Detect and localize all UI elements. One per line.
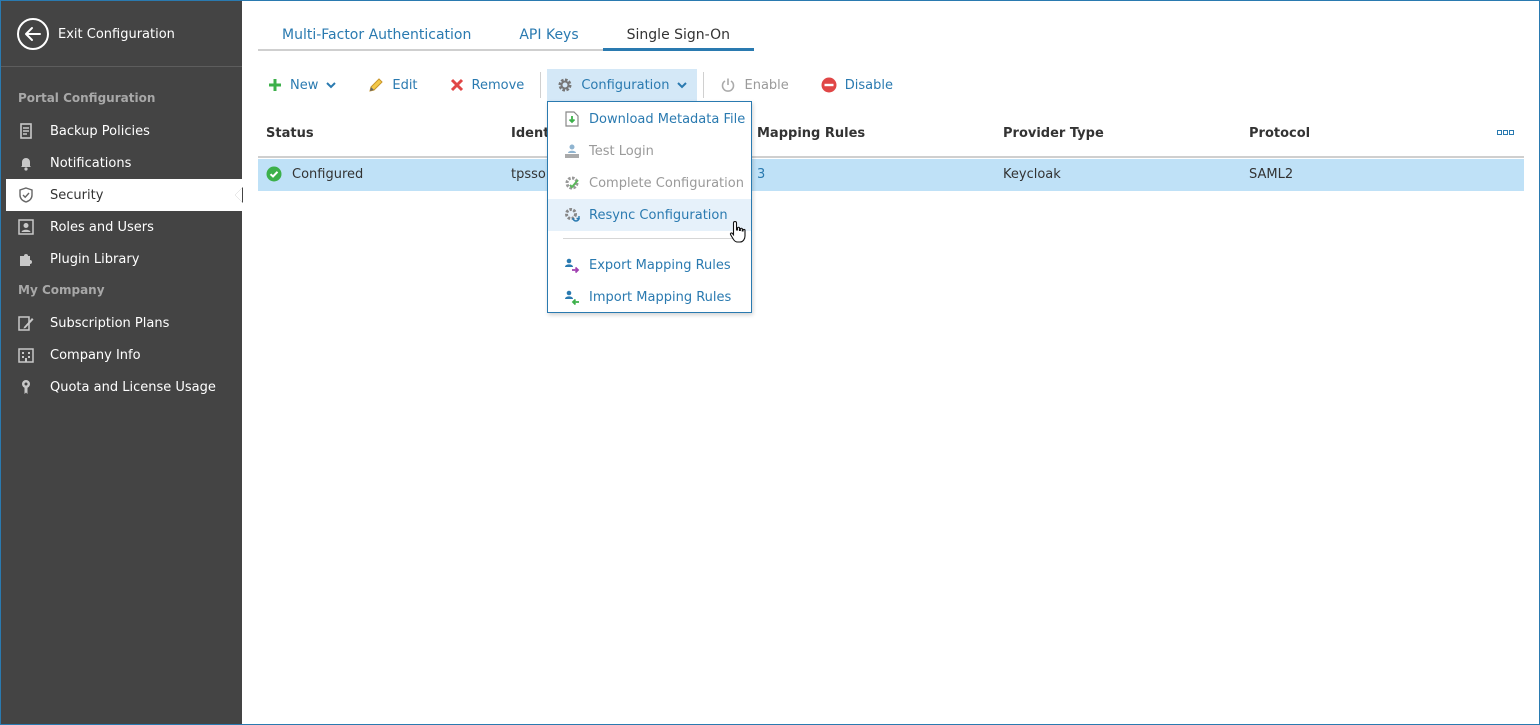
toolbar: New Edit Remove Configuration Enable Dis… — [258, 69, 903, 101]
status-text: Configured — [292, 166, 364, 182]
sidebar-item-company-info[interactable]: Company Info — [1, 339, 242, 371]
puzzle-icon — [18, 251, 34, 267]
user-card-icon — [18, 219, 34, 235]
column-header-status[interactable]: Status — [266, 126, 314, 141]
toolbar-separator — [540, 72, 542, 98]
sidebar-item-security[interactable]: Security — [6, 179, 243, 211]
exit-configuration-button[interactable]: Exit Configuration — [17, 18, 175, 50]
pencil-icon — [368, 77, 384, 93]
power-icon — [720, 77, 736, 93]
column-header-mapping-rules[interactable]: Mapping Rules — [757, 126, 865, 141]
enable-button[interactable]: Enable — [710, 69, 798, 101]
protocol-cell: SAML2 — [1249, 167, 1294, 182]
configuration-menu: Download Metadata File Test Login Comple… — [547, 101, 752, 313]
download-file-icon — [563, 110, 581, 128]
export-users-icon — [563, 256, 581, 274]
menu-item-label: Download Metadata File — [589, 111, 746, 127]
remove-button[interactable]: Remove — [440, 69, 535, 101]
gear-icon — [557, 77, 573, 93]
sidebar-item-plugin-library[interactable]: Plugin Library — [1, 243, 242, 275]
gear-check-icon — [563, 174, 581, 192]
gear-sync-icon — [563, 206, 581, 224]
back-arrow-icon — [17, 18, 49, 50]
sidebar-item-label: Subscription Plans — [50, 315, 170, 331]
app-frame: Exit Configuration Portal Configuration … — [0, 0, 1540, 725]
chevron-down-icon — [677, 81, 688, 89]
key-icon — [18, 379, 34, 395]
shield-icon — [18, 187, 34, 203]
sidebar-item-label: Company Info — [50, 347, 141, 363]
sidebar-item-label: Plugin Library — [50, 251, 140, 267]
sidebar-item-label: Notifications — [50, 155, 132, 171]
no-entry-icon — [821, 77, 837, 93]
mapping-rules-link[interactable]: 3 — [757, 167, 765, 182]
sidebar-item-label: Security — [50, 187, 104, 203]
sidebar-item-notifications[interactable]: Notifications — [1, 147, 242, 179]
new-button[interactable]: New — [258, 69, 346, 101]
sidebar-item-backup-policies[interactable]: Backup Policies — [1, 115, 242, 147]
menu-item-label: Test Login — [589, 143, 654, 159]
pencil-doc-icon — [18, 315, 34, 331]
sidebar-item-subscription-plans[interactable]: Subscription Plans — [1, 307, 242, 339]
sidebar-item-label: Quota and License Usage — [50, 379, 216, 395]
column-header-identity[interactable]: Ident — [511, 126, 549, 141]
backup-policies-icon — [18, 123, 34, 139]
exit-configuration-label: Exit Configuration — [58, 26, 175, 42]
remove-button-label: Remove — [471, 77, 525, 93]
table-row[interactable]: Configured tpsso 3 Keycloak SAML2 — [258, 159, 1524, 191]
chevron-down-icon — [326, 81, 337, 89]
sidebar-item-roles-and-users[interactable]: Roles and Users — [1, 211, 242, 243]
menu-item-complete-configuration[interactable]: Complete Configuration — [548, 167, 751, 199]
tab-api-keys[interactable]: API Keys — [495, 23, 603, 51]
tab-single-sign-on[interactable]: Single Sign-On — [602, 23, 754, 51]
sidebar-divider — [1, 66, 242, 67]
menu-item-label: Import Mapping Rules — [589, 289, 732, 305]
toolbar-separator — [703, 72, 705, 98]
menu-item-label: Resync Configuration — [589, 207, 728, 223]
menu-item-label: Export Mapping Rules — [589, 257, 731, 273]
disable-button[interactable]: Disable — [811, 69, 903, 101]
close-icon — [450, 78, 464, 92]
plus-icon — [268, 78, 282, 92]
column-header-protocol[interactable]: Protocol — [1249, 126, 1310, 141]
column-header-provider-type[interactable]: Provider Type — [1003, 126, 1104, 141]
menu-separator — [563, 238, 738, 239]
building-icon — [18, 347, 34, 363]
configuration-button[interactable]: Configuration — [547, 69, 698, 101]
bell-icon — [18, 155, 34, 171]
edit-button-label: Edit — [392, 77, 418, 93]
sidebar-item-quota-and-license-usage[interactable]: Quota and License Usage — [1, 371, 242, 403]
import-users-icon — [563, 288, 581, 306]
sidebar: Exit Configuration Portal Configuration … — [1, 1, 243, 724]
column-chooser-icon[interactable] — [1497, 130, 1514, 135]
grid-header: Status Ident Mapping Rules Provider Type… — [258, 118, 1524, 158]
identity-cell: tpsso — [511, 167, 546, 182]
menu-item-import-mapping-rules[interactable]: Import Mapping Rules — [548, 281, 751, 313]
configuration-button-label: Configuration — [581, 77, 670, 93]
tab-multi-factor-authentication[interactable]: Multi-Factor Authentication — [258, 23, 496, 51]
menu-item-export-mapping-rules[interactable]: Export Mapping Rules — [548, 249, 751, 281]
menu-item-label: Complete Configuration — [589, 175, 744, 191]
provider-type-cell: Keycloak — [1003, 167, 1061, 182]
sidebar-section-my-company: My Company — [18, 283, 105, 297]
tab-bar: Multi-Factor Authentication API Keys Sin… — [258, 23, 754, 51]
sidebar-item-label: Backup Policies — [50, 123, 150, 139]
menu-item-resync-configuration[interactable]: Resync Configuration — [548, 199, 751, 231]
sidebar-item-label: Roles and Users — [50, 219, 154, 235]
disable-button-label: Disable — [844, 77, 893, 93]
hand-cursor-icon — [729, 220, 747, 248]
status-cell: Configured — [266, 166, 363, 182]
menu-item-test-login[interactable]: Test Login — [548, 135, 751, 167]
test-login-icon — [563, 142, 581, 160]
new-button-label: New — [290, 77, 319, 93]
sidebar-section-portal-configuration: Portal Configuration — [18, 91, 156, 105]
edit-button[interactable]: Edit — [358, 69, 427, 101]
enable-button-label: Enable — [744, 77, 789, 93]
menu-item-download-metadata-file[interactable]: Download Metadata File — [548, 103, 751, 135]
check-circle-icon — [266, 166, 282, 182]
